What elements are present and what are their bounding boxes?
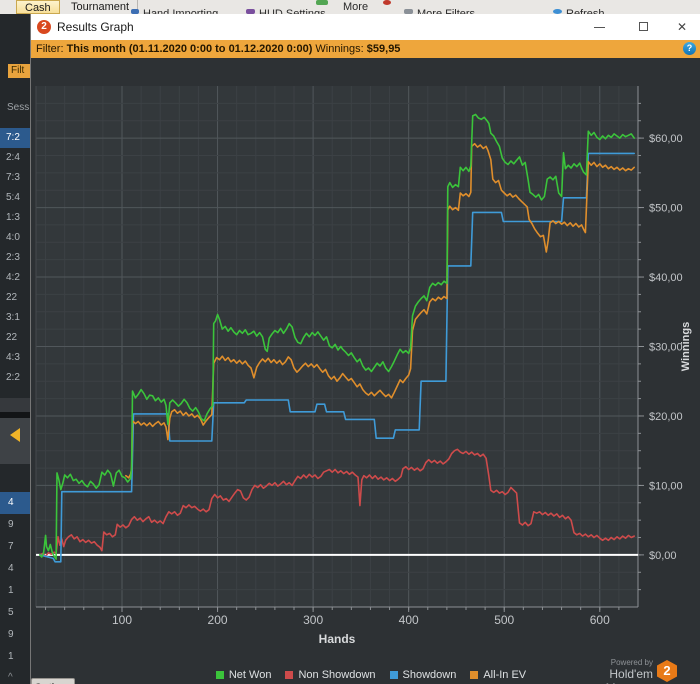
y-tick-label: $50,00 xyxy=(649,203,683,215)
sidebar-time-row[interactable]: 7:2 xyxy=(0,128,30,148)
dialog-titlebar: 2 Results Graph ✕ xyxy=(31,14,700,40)
options-button[interactable]: Options xyxy=(31,678,75,684)
sidebar-time-row[interactable]: 22 xyxy=(0,288,30,308)
sidebar-time-row[interactable]: 4:0 xyxy=(0,228,30,248)
sidebar-number-row[interactable]: 4 xyxy=(0,558,30,580)
y-tick-label: $40,00 xyxy=(649,272,683,284)
sidebar-time-row[interactable]: 2:3 xyxy=(0,248,30,268)
sidebar-time-row[interactable]: 5:4 xyxy=(0,188,30,208)
back-arrow-icon[interactable] xyxy=(10,428,20,442)
legend-item-net-won: Net Won xyxy=(215,669,272,681)
chart-window: $0,00 $10,00 $20,00 $30,00 $40,00 $50,00 $60,0… xyxy=(31,58,700,684)
legend-swatch-icon xyxy=(470,671,479,679)
maximize-icon xyxy=(639,22,648,31)
sidebar-number-row[interactable]: 7 xyxy=(0,536,30,558)
legend-swatch-icon xyxy=(285,671,294,679)
sidebar-numbers-list: 49741591 xyxy=(0,492,30,668)
sidebar-filter-tab[interactable]: Filt xyxy=(8,64,30,78)
collapse-caret-icon[interactable]: ^ xyxy=(8,672,13,683)
legend-label: Net Won xyxy=(228,669,272,681)
x-tick-label: 600 xyxy=(590,613,610,627)
close-button[interactable]: ✕ xyxy=(667,14,700,40)
legend-item-showdown: Showdown xyxy=(389,669,457,681)
alerts-icon xyxy=(383,0,391,5)
x-tick-label: 500 xyxy=(494,613,514,627)
legend-label: Non Showdown xyxy=(298,669,376,681)
background-sidebar: Filt Sess 7:2 2:4 7:3 5:4 1:3 4:0 2:3 4:2 22 3:1 2… xyxy=(0,14,30,684)
sidebar-time-row[interactable]: 2:4 xyxy=(0,148,30,168)
legend-item-non-showdown: Non Showdown xyxy=(285,669,376,681)
sidebar-number-row[interactable]: 9 xyxy=(0,514,30,536)
powered-by-line1: Powered by xyxy=(610,658,653,667)
sidebar-number-row[interactable]: 1 xyxy=(0,646,30,668)
tab-cash[interactable]: Cash xyxy=(16,0,60,14)
sidebar-number-row[interactable]: 5 xyxy=(0,602,30,624)
hm-logo-icon: 2 xyxy=(37,20,51,34)
toolbar-more[interactable]: More xyxy=(343,1,368,13)
x-tick-label: 300 xyxy=(303,613,323,627)
x-tick-label: 200 xyxy=(208,613,228,627)
reports-icon xyxy=(316,0,328,5)
y-tick-label: $0,00 xyxy=(649,550,677,562)
sidebar-time-row[interactable]: 2:2 xyxy=(0,368,30,388)
sidebar-number-row[interactable]: 9 xyxy=(0,624,30,646)
chart-legend: Net Won Non Showdown Showdown All-In EV xyxy=(151,666,591,684)
tab-tournament[interactable]: Tournament xyxy=(63,0,139,14)
sidebar-number-row[interactable]: 1 xyxy=(0,580,30,602)
sidebar-times-list: 7:2 2:4 7:3 5:4 1:3 4:0 2:3 4:2 22 3:1 22 4:3 2:2 xyxy=(0,128,30,388)
minimize-button[interactable] xyxy=(583,14,617,40)
maximize-button[interactable] xyxy=(627,14,661,40)
legend-item-all-in-ev: All-In EV xyxy=(470,669,526,681)
results-chart: $0,00 $10,00 $20,00 $30,00 $40,00 $50,00 $60,0… xyxy=(35,86,692,646)
help-icon[interactable]: ? xyxy=(683,42,696,55)
legend-label: Showdown xyxy=(402,669,457,681)
sidebar-number-row[interactable]: 4 xyxy=(0,492,30,514)
dialog-title: Results Graph xyxy=(57,20,134,34)
sidebar-time-row[interactable]: 4:2 xyxy=(0,268,30,288)
filter-label: Filter: xyxy=(36,43,64,55)
sidebar-time-row[interactable]: 3:1 xyxy=(0,308,30,328)
filter-bar: Filter: This month (01.11.2020 0:00 to 0… xyxy=(31,40,700,58)
close-icon: ✕ xyxy=(677,20,688,34)
sidebar-time-row[interactable]: 22 xyxy=(0,328,30,348)
legend-label: All-In EV xyxy=(483,669,527,681)
sidebar-time-row[interactable]: 4:3 xyxy=(0,348,30,368)
background-toolbar: Cash Tournament Hand Importing HUD Setti… xyxy=(0,0,700,14)
x-axis-title: Hands xyxy=(319,632,356,646)
filter-range: This month (01.11.2020 0:00 to 01.12.202… xyxy=(66,43,313,55)
sidebar-sessions-label: Sess xyxy=(7,102,30,113)
legend-swatch-icon xyxy=(215,671,224,679)
x-tick-label: 400 xyxy=(399,613,419,627)
y-tick-label: $60,00 xyxy=(649,133,683,145)
y-tick-label: $10,00 xyxy=(649,480,683,492)
sidebar-divider xyxy=(0,398,30,412)
powered-by-line2: Hold'em Manager xyxy=(606,667,653,684)
x-tick-label: 100 xyxy=(112,613,132,627)
powered-by-block: Powered by Hold'em Manager xyxy=(561,658,653,684)
sidebar-time-row[interactable]: 7:3 xyxy=(0,168,30,188)
legend-swatch-icon xyxy=(389,671,398,679)
y-tick-label: $20,00 xyxy=(649,411,683,423)
winnings-label: Winnings: xyxy=(315,43,364,55)
winnings-value: $59,95 xyxy=(366,43,401,55)
results-graph-dialog: 2 Results Graph ✕ Filter: This month (01… xyxy=(30,14,700,684)
minimize-icon xyxy=(594,27,605,28)
y-tick-label: $30,00 xyxy=(649,342,683,354)
page-root: Cash Tournament Hand Importing HUD Setti… xyxy=(0,0,700,684)
sidebar-time-row[interactable]: 1:3 xyxy=(0,208,30,228)
y-axis-title: Winnings xyxy=(680,322,692,371)
